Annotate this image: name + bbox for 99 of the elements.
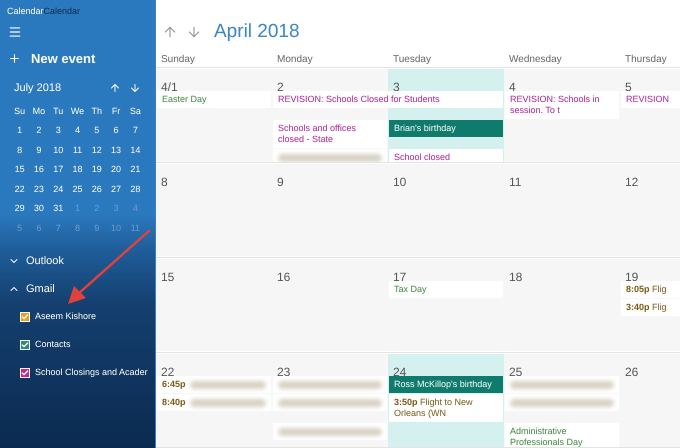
event[interactable]: REVISION: Schools in session. To t xyxy=(505,91,619,119)
day-number[interactable]: 12 xyxy=(625,175,638,189)
mini-calendar-day[interactable]: 14 xyxy=(126,140,145,160)
day-number[interactable]: 2 xyxy=(277,80,284,94)
check-icon xyxy=(21,341,29,349)
day-number[interactable]: 24 xyxy=(393,365,406,379)
day-number[interactable]: 5 xyxy=(625,80,632,94)
event[interactable]: School closed xyxy=(389,149,503,162)
calendar-name: Contacts xyxy=(35,338,71,352)
mini-calendar-day[interactable]: 30 xyxy=(29,199,49,218)
mini-calendar-day[interactable]: 18 xyxy=(68,160,88,180)
weekday-label: Sa xyxy=(128,104,142,118)
weekday-header: Monday xyxy=(276,53,314,67)
day-number[interactable]: 10 xyxy=(393,175,406,189)
mini-calendar-day[interactable]: 20 xyxy=(106,160,126,180)
weekday-label: We xyxy=(70,104,86,118)
day-number[interactable]: 4 xyxy=(509,80,516,94)
birthday-event[interactable]: Brian's birthday xyxy=(389,120,503,137)
mini-calendar-day[interactable]: 6 xyxy=(106,121,126,140)
account-name: Gmail xyxy=(26,282,55,297)
mini-calendar-day[interactable]: 9 xyxy=(29,140,49,160)
mini-calendar-day[interactable]: 21 xyxy=(126,160,145,180)
calendar-checkbox[interactable] xyxy=(20,312,30,322)
weekday-label: Mo xyxy=(32,104,46,118)
calendar-checkbox[interactable] xyxy=(20,368,30,378)
day-number[interactable]: 17 xyxy=(393,270,406,284)
account-header[interactable]: Outlook xyxy=(0,247,155,275)
previous-arrow-icon[interactable] xyxy=(162,24,178,40)
day-number[interactable]: 22 xyxy=(161,365,174,379)
mini-calendar-day[interactable]: 8 xyxy=(10,140,30,160)
day-number[interactable]: 15 xyxy=(161,270,174,284)
account-name: Outlook xyxy=(26,254,64,269)
day-number[interactable]: 8 xyxy=(161,175,168,189)
event[interactable]: Tax Day xyxy=(389,281,503,298)
event[interactable]: Schools and offices closed - State xyxy=(273,120,387,148)
mini-calendar-day[interactable]: 24 xyxy=(48,180,68,199)
mini-calendar-day[interactable]: 22 xyxy=(10,180,30,199)
event-time: 8:40p xyxy=(162,396,186,409)
mini-calendar-day[interactable]: 13 xyxy=(106,140,126,160)
weekday-label: Tu xyxy=(52,104,64,118)
weekday-header: Thursday xyxy=(624,53,668,67)
mini-calendar-day[interactable]: 5 xyxy=(87,121,106,140)
weekday-header: Wednesday xyxy=(508,53,563,67)
calendar-checkbox[interactable] xyxy=(20,340,30,350)
day-number[interactable]: 25 xyxy=(509,365,522,379)
mini-calendar-day[interactable]: 1 xyxy=(10,121,30,140)
mini-calendar-day[interactable]: 4 xyxy=(68,121,88,140)
mini-calendar-day[interactable]: 19 xyxy=(87,160,106,180)
mini-calendar-day[interactable]: 17 xyxy=(48,160,68,180)
mini-calendar-day[interactable]: 26 xyxy=(87,180,106,199)
weekday-header: Tuesday xyxy=(392,53,432,67)
mini-calendar-day[interactable]: 29 xyxy=(10,199,30,218)
day-number[interactable]: 9 xyxy=(277,175,284,189)
down-arrow-icon[interactable] xyxy=(129,82,141,94)
account-header[interactable]: Gmail xyxy=(0,275,155,303)
month-title: April 2018 xyxy=(214,20,300,44)
mini-calendar-day[interactable]: 23 xyxy=(29,180,49,199)
event-time: 6:45p xyxy=(162,378,186,391)
plus-icon xyxy=(8,52,21,66)
weekday-label: Fr xyxy=(110,104,122,118)
event[interactable]: REVISION xyxy=(621,91,680,108)
calendar-name: School Closings and Acader xyxy=(35,366,148,380)
mini-calendar-day[interactable]: 12 xyxy=(87,140,106,160)
check-icon xyxy=(21,313,29,321)
mini-calendar-day[interactable]: 10 xyxy=(48,140,68,160)
day-number[interactable]: 18 xyxy=(509,270,522,284)
calendar-name: Aseem Kishore xyxy=(35,310,96,324)
weekday-label: Su xyxy=(13,104,26,118)
mini-calendar-day[interactable]: 25 xyxy=(68,180,88,199)
mini-calendar-day[interactable]: 3 xyxy=(48,121,68,140)
mini-calendar-day[interactable]: 11 xyxy=(68,140,88,160)
app-title: Calendar xyxy=(7,4,44,18)
new-event-button[interactable]: New event xyxy=(8,49,155,68)
menu-icon[interactable] xyxy=(8,25,22,39)
mini-calendar-day[interactable]: 2 xyxy=(29,121,49,140)
day-number[interactable]: 11 xyxy=(509,175,522,189)
day-number[interactable]: 19 xyxy=(625,270,638,284)
weekday-header: Sunday xyxy=(160,53,196,67)
mini-calendar-day[interactable]: 15 xyxy=(10,160,30,180)
day-number[interactable]: 26 xyxy=(625,365,638,379)
mini-calendar-month[interactable]: July 2018 xyxy=(14,80,109,96)
day-number[interactable]: 3 xyxy=(393,80,400,94)
event[interactable]: Administrative Professionals Day xyxy=(505,423,619,447)
check-icon xyxy=(21,369,29,377)
mini-calendar-day[interactable]: 7 xyxy=(126,121,145,140)
mini-calendar-day[interactable]: 27 xyxy=(106,180,126,199)
birthday-event[interactable]: Ross McKillop's birthday xyxy=(389,376,503,393)
day-number[interactable]: 4/1 xyxy=(161,80,178,94)
day-number[interactable]: 16 xyxy=(277,270,290,284)
mini-calendar-day[interactable]: 16 xyxy=(29,160,49,180)
day-number[interactable]: 23 xyxy=(277,365,290,379)
app-title: Calendar xyxy=(44,4,80,18)
next-arrow-icon[interactable] xyxy=(186,24,202,40)
up-arrow-icon[interactable] xyxy=(109,82,121,94)
event[interactable]: REVISION: Schools Closed for Students xyxy=(273,91,503,108)
mini-calendar-day[interactable]: 31 xyxy=(48,199,68,218)
weekday-label: Th xyxy=(90,104,104,118)
mini-calendar-day[interactable]: 28 xyxy=(126,180,145,199)
event[interactable]: Easter Day xyxy=(157,91,271,108)
